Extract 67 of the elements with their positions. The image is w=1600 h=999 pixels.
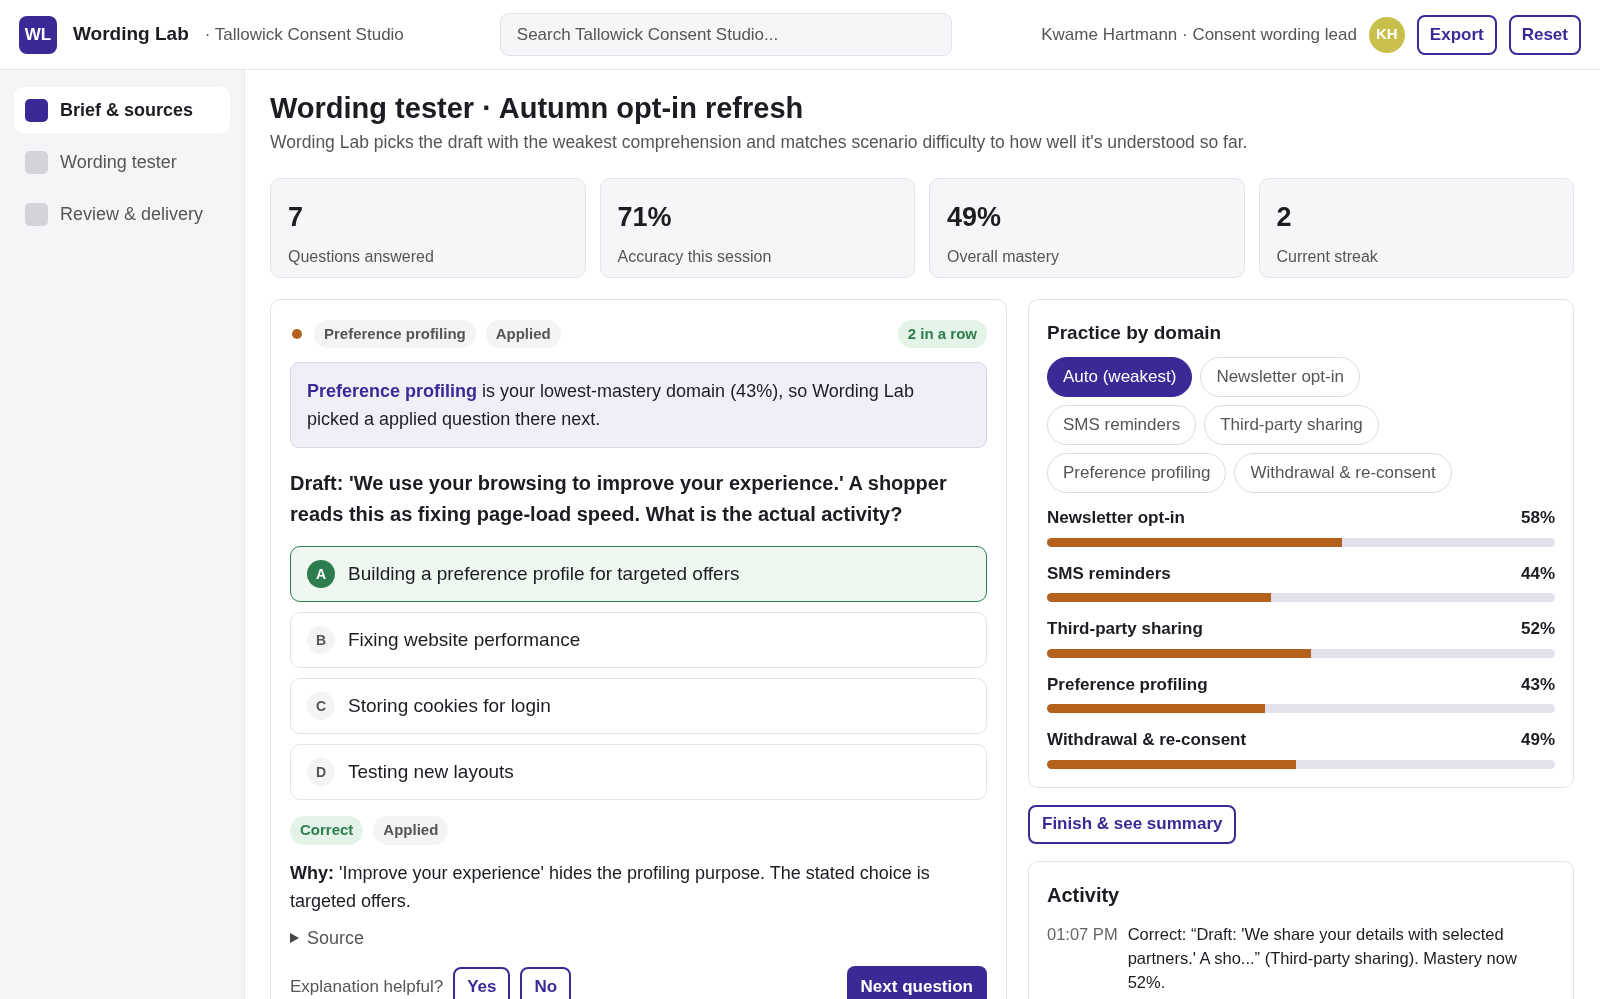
tag: Preference profiling — [314, 319, 476, 348]
stat-label: Current streak — [1276, 247, 1379, 267]
domain-name: Third-party sharing — [1047, 618, 1203, 640]
square-icon — [25, 98, 48, 122]
user-avatar: KH — [1368, 16, 1405, 53]
domain-percent: 58% — [1520, 507, 1555, 529]
activity-text: Correct: “Draft: 'We share your details with selected partners.' A sho...” (Third-party sharing). Mastery now 52%. — [1127, 923, 1518, 993]
result-tag: Applied — [373, 816, 449, 845]
tag: Applied — [485, 319, 561, 348]
filter-chip[interactable]: SMS reminders — [1047, 405, 1197, 445]
yes-button[interactable]: Yes — [453, 966, 511, 999]
activity-time: 01:07 PM — [1047, 923, 1118, 945]
answer-option[interactable]: D Testing new layouts — [290, 744, 987, 800]
domain-name: Newsletter opt-in — [1047, 507, 1185, 529]
explanation-text: Why: 'Improve your experience' hides the profiling purpose. The stated choice is targeted offers. — [290, 861, 931, 913]
filter-chip[interactable]: Newsletter opt-in — [1200, 357, 1360, 397]
answer-option[interactable]: A Building a preference profile for targeted offers — [290, 546, 987, 602]
stat-value: 2 — [1276, 200, 1293, 234]
finish-button[interactable]: Finish & see summary — [1028, 804, 1237, 844]
sidebar-item[interactable]: Brief & sources — [14, 87, 230, 133]
answer-option[interactable]: B Fixing website performance — [290, 612, 987, 668]
stat-label: Accuracy this session — [617, 247, 773, 267]
workspace-name: · Tallowick Consent Studio — [204, 23, 404, 46]
domain-name: SMS reminders — [1047, 562, 1171, 585]
app-logo: WL — [19, 15, 57, 54]
answer-option[interactable]: C Storing cookies for login — [290, 678, 987, 734]
card-title: Activity — [1047, 882, 1121, 908]
filter-chip[interactable]: Auto (weakest) — [1047, 357, 1193, 397]
stat-value: 7 — [288, 200, 305, 234]
stat-label: Overall mastery — [947, 247, 1061, 267]
domain-percent: 49% — [1520, 729, 1555, 751]
domain-name: Preference profiling — [1047, 673, 1208, 696]
app-name: Wording Lab — [73, 22, 189, 47]
filter-chip[interactable]: Withdrawal & re-consent — [1234, 453, 1452, 493]
caret-right-icon — [290, 933, 299, 943]
option-letter: B — [307, 626, 335, 654]
square-icon — [25, 202, 48, 226]
export-button[interactable]: Export — [1416, 14, 1497, 55]
sidebar-item[interactable]: Wording tester — [14, 139, 230, 185]
option-letter: C — [307, 692, 335, 720]
option-letter: D — [307, 758, 335, 786]
result-tag: Correct — [290, 816, 364, 845]
stat-value: 71% — [617, 200, 673, 234]
square-icon — [25, 150, 48, 174]
stat-label: Questions answered — [288, 247, 435, 267]
no-button[interactable]: No — [520, 966, 572, 999]
page-title: Wording tester · Autumn opt-in refresh — [270, 91, 805, 126]
search-field[interactable]: Search Tallowick Consent Studio... — [499, 13, 952, 56]
filter-chip[interactable]: Third-party sharing — [1204, 405, 1379, 445]
option-letter: A — [307, 560, 335, 588]
feedback-label: Explanation helpful? — [290, 975, 444, 998]
reset-button[interactable]: Reset — [1508, 14, 1581, 55]
page-subtitle: Wording Lab picks the draft with the weakest comprehension and matches scenario difficulty to how well it's understood so far. — [270, 131, 1249, 155]
notice-text: Preference profiling is your lowest-mastery domain (43%), so Wording Lab picked a applied question there next. — [307, 380, 915, 431]
stat-value: 49% — [947, 200, 1003, 234]
source-toggle[interactable]: Source — [290, 924, 365, 952]
streak-badge: 2 in a row — [897, 319, 987, 348]
user-name: Kwame Hartmann · Consent wording lead — [1041, 23, 1357, 46]
domain-name: Withdrawal & re-consent — [1047, 729, 1247, 751]
domain-percent: 52% — [1520, 618, 1555, 640]
domain-percent: 43% — [1520, 673, 1555, 696]
card-title: Practice by domain — [1047, 320, 1223, 345]
sidebar-item[interactable]: Review & delivery — [14, 191, 230, 237]
domain-percent: 44% — [1520, 562, 1555, 585]
filter-chip[interactable]: Preference profiling — [1047, 453, 1227, 493]
next-question-button[interactable]: Next question — [846, 965, 987, 999]
question-prompt: Draft: 'We use your browsing to improve your experience.' A shopper reads this as fixing page-load speed. What is the actual activity? — [290, 471, 948, 527]
